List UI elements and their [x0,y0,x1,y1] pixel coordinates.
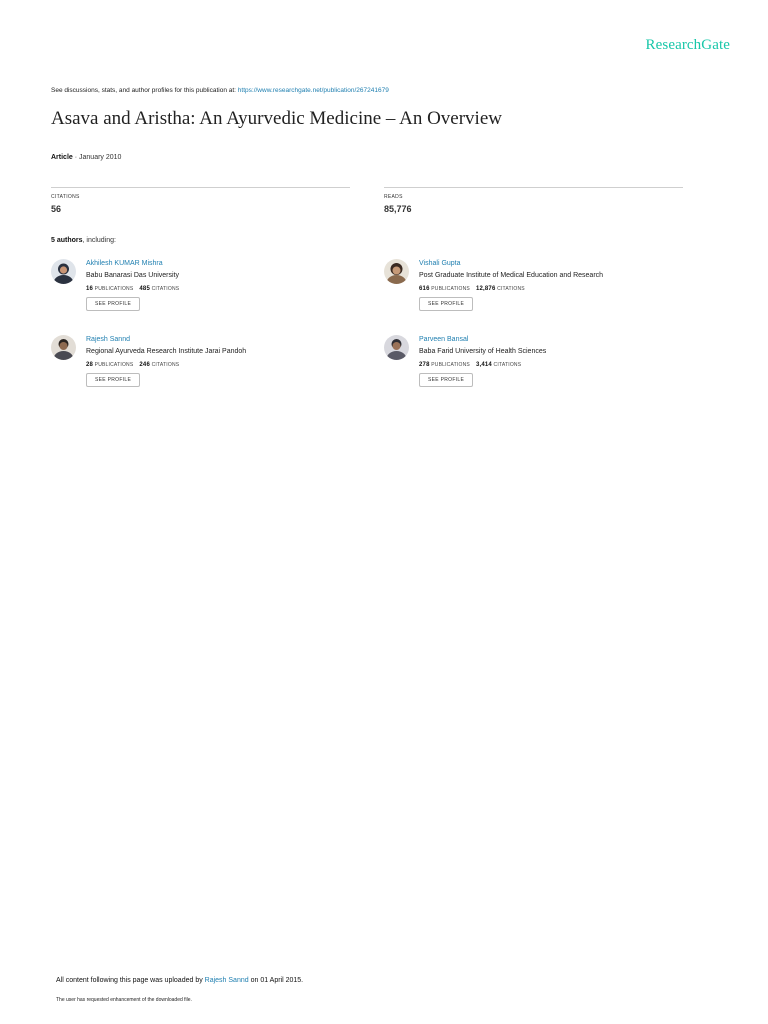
citations-label: CITATIONS [51,194,80,200]
author-name-link[interactable]: Parveen Bansal [419,335,689,344]
avatar[interactable] [384,259,409,284]
see-profile-button[interactable]: SEE PROFILE [86,373,141,387]
publications-count: 28 [86,362,94,368]
reads-value: 85,776 [384,204,412,214]
authors-heading: 5 authors, including: [51,237,116,244]
article-date: · January 2010 [74,154,122,161]
publications-label: PUBLICATIONS [94,362,134,368]
upload-suffix: on 01 April 2015. [248,977,304,984]
author-name-link[interactable]: Vishali Gupta [419,259,689,268]
citations-value: 56 [51,204,62,214]
author-stats: 16 PUBLICATIONS 485 CITATIONS [86,286,356,292]
author-institution: Baba Farid University of Health Sciences [419,348,547,355]
authors-count: 5 authors [51,237,83,244]
publication-url-link[interactable]: https://www.researchgate.net/publication… [238,87,389,94]
citations-count: 246 [139,362,151,368]
citations-count: 485 [139,286,151,292]
see-profile-button[interactable]: SEE PROFILE [419,373,474,387]
author-stats: 28 PUBLICATIONS 246 CITATIONS [86,362,356,368]
authors-suffix: , including: [82,237,116,244]
citations-stat: CITATIONS 56 [51,187,350,214]
citations-label: CITATIONS [151,362,180,368]
reads-stat: READS 85,776 [384,187,683,214]
reads-label: READS [384,194,403,200]
topline-prefix: See discussions, stats, and author profi… [51,87,238,94]
avatar[interactable] [51,259,76,284]
citations-label: CITATIONS [497,286,525,292]
uploader-link[interactable]: Rajesh Sannd [205,977,249,984]
author-institution: Babu Banarasi Das University [86,272,179,279]
author-name-link[interactable]: Rajesh Sannd [86,335,356,344]
see-profile-button[interactable]: SEE PROFILE [419,297,474,311]
see-profile-button[interactable]: SEE PROFILE [86,297,141,311]
researchgate-logo[interactable]: ResearchGate [646,37,730,54]
article-type: Article [51,154,73,161]
publications-label: PUBLICATIONS [94,286,134,292]
avatar[interactable] [51,335,76,360]
citations-label: CITATIONS [151,286,180,292]
profile-link-line: See discussions, stats, and author profi… [51,87,389,94]
enhancement-note: The user has requested enhancement of th… [56,997,192,1003]
publications-count: 278 [419,362,430,368]
upload-note: All content following this page was uplo… [56,977,303,984]
publications-label: PUBLICATIONS [431,362,470,368]
citations-count: 3,414 [475,362,492,368]
avatar[interactable] [384,335,409,360]
author-institution: Post Graduate Institute of Medical Educa… [419,272,604,279]
author-institution: Regional Ayurveda Research Institute Jar… [86,348,247,355]
citations-count: 12,876 [475,286,496,292]
article-title: Asava and Aristha: An Ayurvedic Medicine… [51,108,502,129]
author-name-link[interactable]: Akhilesh KUMAR Mishra [86,259,356,268]
publications-label: PUBLICATIONS [431,286,470,292]
upload-prefix: All content following this page was uplo… [56,977,205,984]
author-stats: 616 PUBLICATIONS 12,876 CITATIONS [419,286,689,292]
author-stats: 278 PUBLICATIONS 3,414 CITATIONS [419,362,689,368]
citations-label: CITATIONS [493,362,522,368]
publications-count: 616 [419,286,430,292]
article-meta: Article · January 2010 [51,154,121,161]
publications-count: 16 [86,286,94,292]
